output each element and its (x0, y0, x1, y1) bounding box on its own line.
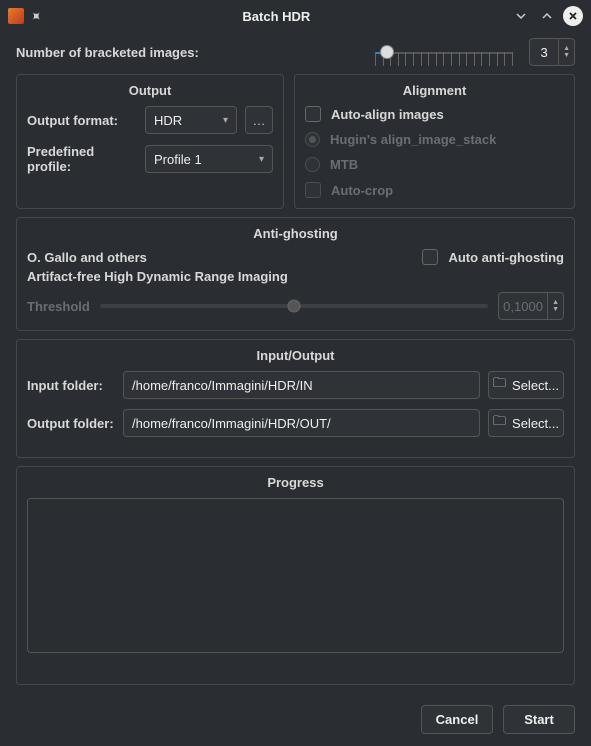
io-panel: Input/Output Input folder: 🗀 Select... O… (16, 339, 575, 458)
window-title: Batch HDR (48, 9, 505, 24)
output-panel: Output Output format: HDR ▾ … Predefined… (16, 74, 284, 209)
button-bar: Cancel Start (16, 705, 575, 734)
alignment-legend: Alignment (305, 83, 564, 98)
spin-down-icon[interactable]: ▼ (563, 52, 570, 59)
auto-align-label: Auto-align images (331, 107, 444, 122)
io-legend: Input/Output (27, 348, 564, 363)
chevron-up-icon[interactable] (537, 6, 557, 26)
app-icon (8, 8, 24, 24)
output-format-label: Output format: (27, 113, 137, 128)
antighost-panel: Anti-ghosting O. Gallo and others Auto a… (16, 217, 575, 331)
window: ✦ Batch HDR Number of bracketed images: (0, 0, 591, 746)
input-folder-field[interactable] (123, 371, 480, 399)
bracketed-slider[interactable] (369, 38, 519, 66)
alignment-panel: Alignment Auto-align images Hugin's alig… (294, 74, 575, 209)
progress-legend: Progress (27, 475, 564, 490)
threshold-label: Threshold (27, 299, 90, 314)
titlebar: ✦ Batch HDR (0, 0, 591, 32)
predefined-profile-select[interactable]: Profile 1 ▾ (145, 145, 273, 173)
mtb-label: MTB (330, 157, 358, 172)
auto-align-checkbox[interactable]: Auto-align images (305, 106, 564, 122)
bracketed-spinbox[interactable]: ▲▼ (529, 38, 575, 66)
auto-antighost-checkbox[interactable]: Auto anti-ghosting (422, 249, 564, 265)
auto-crop-label: Auto-crop (331, 183, 393, 198)
select-label: Select... (512, 416, 559, 431)
bracketed-row: Number of bracketed images: ▲▼ (16, 38, 575, 66)
output-legend: Output (27, 83, 273, 98)
antighost-line1: O. Gallo and others (27, 250, 147, 265)
chevron-down-icon[interactable] (511, 6, 531, 26)
bracketed-label: Number of bracketed images: (16, 45, 199, 60)
output-format-select[interactable]: HDR ▾ (145, 106, 237, 134)
cancel-button[interactable]: Cancel (421, 705, 493, 734)
close-icon[interactable] (563, 6, 583, 26)
auto-antighost-label: Auto anti-ghosting (448, 250, 564, 265)
select-output-folder-button[interactable]: 🗀 Select... (488, 409, 564, 437)
mtb-radio: MTB (305, 157, 564, 172)
progress-output (27, 498, 564, 653)
pin-icon[interactable]: ✦ (26, 6, 46, 26)
input-folder-label: Input folder: (27, 378, 115, 393)
predefined-profile-label: Predefined profile: (27, 144, 137, 174)
antighost-line2: Artifact-free High Dynamic Range Imaging (27, 269, 564, 284)
bracketed-value[interactable] (530, 39, 558, 65)
output-folder-field[interactable] (123, 409, 480, 437)
auto-crop-checkbox: Auto-crop (305, 182, 564, 198)
output-format-value: HDR (154, 113, 182, 128)
chevron-down-icon: ▾ (223, 115, 228, 126)
content: Number of bracketed images: ▲▼ Output Ou… (0, 32, 591, 746)
progress-panel: Progress (16, 466, 575, 685)
output-folder-label: Output folder: (27, 416, 115, 431)
threshold-slider (100, 298, 488, 314)
start-button[interactable]: Start (503, 705, 575, 734)
spin-up-icon: ▲ (552, 299, 559, 306)
select-label: Select... (512, 378, 559, 393)
hugin-label: Hugin's align_image_stack (330, 132, 496, 147)
threshold-spinbox: ▲▼ (498, 292, 564, 320)
spin-up-icon[interactable]: ▲ (563, 45, 570, 52)
threshold-value (499, 293, 547, 319)
spin-down-icon: ▼ (552, 306, 559, 313)
hugin-radio: Hugin's align_image_stack (305, 132, 564, 147)
folder-icon: 🗀 (493, 374, 506, 396)
chevron-down-icon: ▾ (259, 154, 264, 165)
predefined-profile-value: Profile 1 (154, 152, 202, 167)
select-input-folder-button[interactable]: 🗀 Select... (488, 371, 564, 399)
antighost-legend: Anti-ghosting (27, 226, 564, 241)
output-format-more-button[interactable]: … (245, 106, 273, 134)
folder-icon: 🗀 (493, 412, 506, 434)
